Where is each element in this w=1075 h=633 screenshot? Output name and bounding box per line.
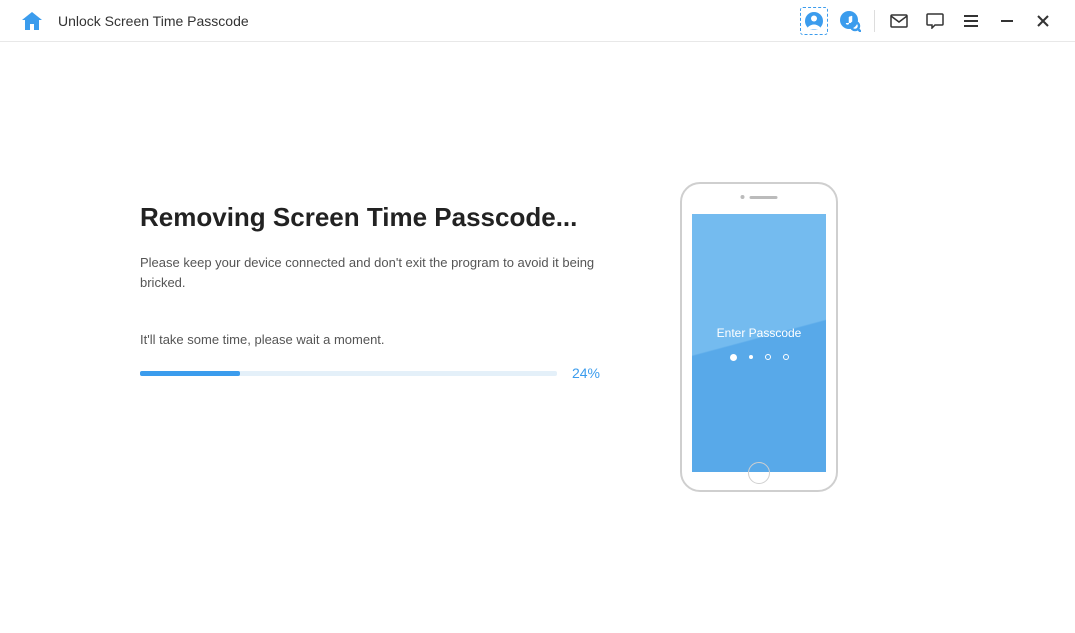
page-title: Unlock Screen Time Passcode (58, 13, 249, 29)
music-search-icon[interactable] (836, 7, 864, 35)
phone-speaker (741, 195, 778, 199)
minimize-icon[interactable] (993, 7, 1021, 35)
wait-text: It'll take some time, please wait a mome… (140, 332, 600, 347)
mail-icon[interactable] (885, 7, 913, 35)
main-subtext: Please keep your device connected and do… (140, 253, 600, 292)
home-icon[interactable] (18, 7, 46, 35)
close-icon[interactable] (1029, 7, 1057, 35)
progress-fill (140, 371, 240, 376)
phone-screen: Enter Passcode (692, 214, 826, 472)
main-heading: Removing Screen Time Passcode... (140, 202, 600, 233)
phone-illustration: Enter Passcode (680, 182, 838, 492)
chat-icon[interactable] (921, 7, 949, 35)
menu-icon[interactable] (957, 7, 985, 35)
account-icon[interactable] (800, 7, 828, 35)
progress-percent: 24% (572, 365, 600, 381)
phone-screen-text: Enter Passcode (717, 326, 802, 340)
passcode-dots (730, 354, 789, 361)
phone-home-button (748, 462, 770, 484)
header-divider (874, 10, 875, 32)
progress-bar (140, 371, 557, 376)
